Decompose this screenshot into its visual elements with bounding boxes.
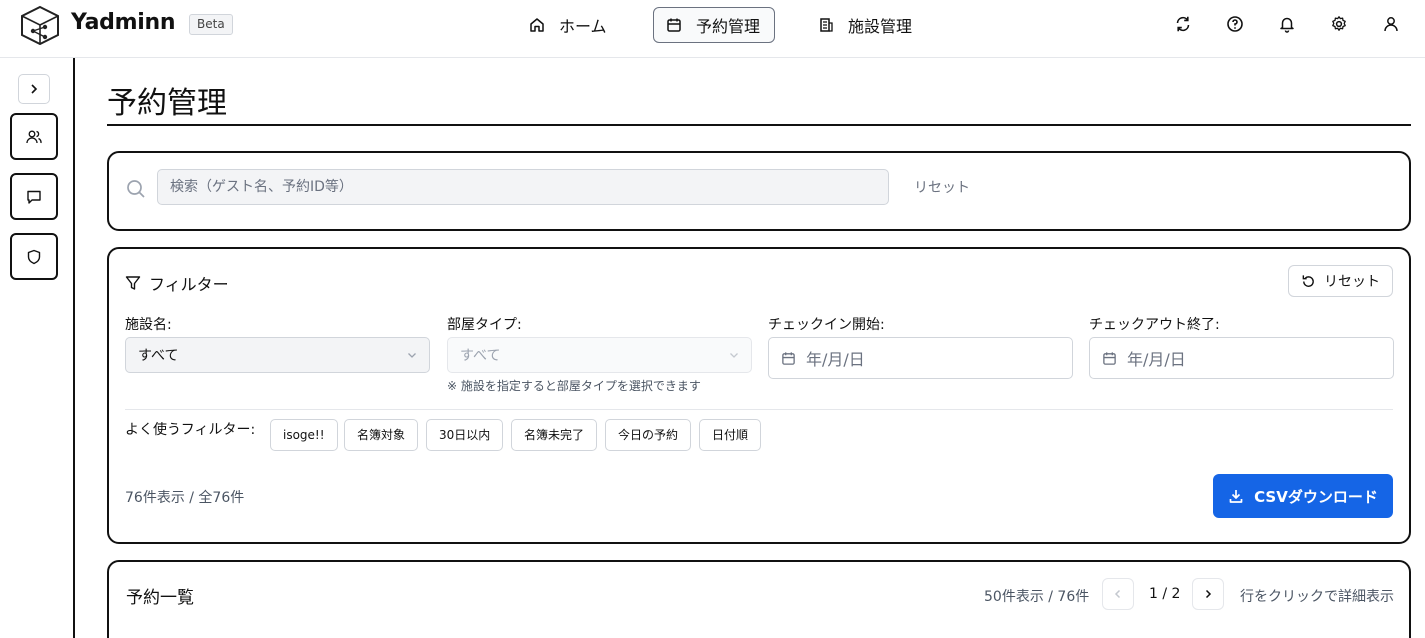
csv-download-button[interactable]: CSVダウンロード [1213,474,1393,518]
prev-page-button[interactable] [1102,578,1134,610]
sidebar-item-messages[interactable] [10,173,58,220]
sidebar-item-security[interactable] [10,233,58,280]
building-icon [820,18,833,32]
list-title: 予約一覧 [126,588,194,608]
quick-filter-chip[interactable]: isoge!! [270,419,338,451]
room-type-helper-text: ※ 施設を指定すると部屋タイプを選択できます [447,379,701,393]
checkin-date-placeholder: 年/月/日 [806,350,865,369]
search-input[interactable] [157,169,889,205]
page-indicator: 1 / 2 [1149,586,1181,602]
room-type-select[interactable]: すべて [447,337,752,373]
calendar-icon [1103,351,1116,365]
search-card: リセット [107,151,1411,231]
user-icon[interactable] [1382,15,1400,33]
quick-filter-chip[interactable]: 30日以内 [426,419,504,451]
refresh-icon[interactable] [1174,15,1192,33]
filter-reset-button[interactable]: リセット [1288,265,1393,297]
quick-filter-label: よく使うフィルター: [125,422,256,438]
checkin-date-input[interactable]: 年/月/日 [768,337,1073,379]
beta-badge: Beta [189,14,233,35]
shield-icon [27,249,41,264]
checkout-date-input[interactable]: 年/月/日 [1089,337,1394,379]
calendar-icon [667,18,681,32]
quick-filter-chip[interactable]: 今日の予約 [605,419,692,451]
room-type-label: 部屋タイプ: [447,317,522,333]
nav-facilities[interactable]: 施設管理 [806,7,924,43]
nav-home[interactable]: ホーム [517,7,619,43]
chevron-right-icon [31,84,38,94]
logo-icon[interactable] [18,5,62,46]
gear-icon[interactable] [1330,15,1348,33]
top-header: Yadminn Beta ホーム 予約管理 施設管理 [0,0,1425,58]
title-divider [107,124,1411,126]
csv-download-label: CSVダウンロード [1254,487,1378,506]
filter-divider [125,409,1393,410]
message-icon [27,190,41,204]
chevron-down-icon [408,353,416,358]
nav-home-label: ホーム [559,17,607,36]
help-icon[interactable] [1226,15,1244,33]
next-page-button[interactable] [1192,578,1224,610]
calendar-icon [782,351,795,365]
nav-reservations[interactable]: 予約管理 [653,7,775,43]
reservation-list-card: 予約一覧 50件表示 / 76件 1 / 2 行をクリックで詳細表示 [107,560,1411,638]
checkout-date-placeholder: 年/月/日 [1127,350,1186,369]
checkout-label: チェックアウト終了: [1089,317,1220,333]
chevron-right-icon [1205,589,1212,599]
chevron-left-icon [1114,589,1121,599]
facility-label: 施設名: [125,317,172,333]
room-type-select-value: すべて [460,348,501,364]
chevron-down-icon [730,353,738,358]
quick-filter-chip[interactable]: 名簿対象 [344,419,419,451]
brand-name[interactable]: Yadminn [71,10,176,35]
page-title: 予約管理 [107,86,227,121]
filter-reset-label: リセット [1324,274,1380,290]
filter-icon [125,276,141,290]
filter-title: フィルター [149,275,229,294]
nav-facilities-label: 施設管理 [848,17,913,36]
sidebar [0,58,75,638]
nav-reservations-label: 予約管理 [696,17,761,36]
result-count: 76件表示 / 全76件 [125,490,245,506]
list-hint: 行をクリックで詳細表示 [1240,589,1394,605]
download-icon [1229,490,1243,503]
quick-filter-chip[interactable]: 日付順 [699,419,762,451]
facility-select-value: すべて [138,348,179,364]
search-icon [127,180,145,198]
reset-icon [1302,274,1314,287]
checkin-label: チェックイン開始: [768,317,885,333]
filter-heading: フィルター [125,271,229,295]
sidebar-item-users[interactable] [10,113,58,160]
facility-select[interactable]: すべて [125,337,430,373]
home-icon [530,18,544,32]
list-count: 50件表示 / 76件 [984,589,1090,605]
sidebar-toggle-button[interactable] [18,74,50,104]
quick-filter-chip[interactable]: 名簿未完了 [511,419,598,451]
bell-icon[interactable] [1278,15,1296,33]
filter-card: フィルター リセット 施設名: すべて 部屋タイプ: すべて ※ 施設を指定する… [107,247,1411,544]
users-icon [26,130,42,143]
search-reset-link[interactable]: リセット [914,177,970,197]
